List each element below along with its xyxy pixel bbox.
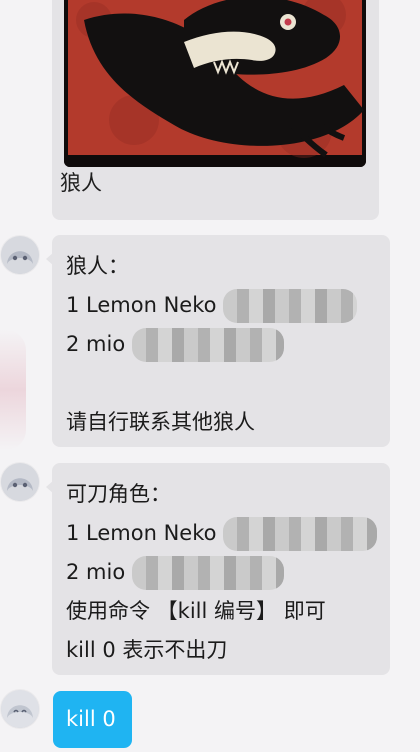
avatar[interactable] bbox=[1, 236, 39, 274]
empty-line bbox=[66, 364, 376, 403]
avatar[interactable] bbox=[1, 463, 39, 501]
background-decoration bbox=[0, 330, 26, 450]
anime-girl-avatar-icon bbox=[1, 236, 39, 274]
my-message-bubble[interactable]: kill 0 bbox=[53, 691, 132, 748]
werewolf-illustration bbox=[64, 0, 366, 167]
wolf-line-1: 1 Lemon Neko bbox=[66, 286, 376, 325]
wolf-2-text: 2 mio bbox=[66, 332, 126, 356]
message-title: 可刀角色： bbox=[66, 482, 171, 506]
wolf-1-text: 1 Lemon Neko bbox=[66, 293, 217, 317]
anime-girl-avatar-icon bbox=[1, 690, 39, 728]
anime-girl-avatar-icon bbox=[1, 463, 39, 501]
my-avatar[interactable] bbox=[1, 690, 39, 728]
wolf-line-2: 2 mio bbox=[66, 325, 376, 364]
image-caption: 狼人 bbox=[60, 171, 102, 195]
werewolf-card-image[interactable] bbox=[64, 0, 366, 167]
command-instruction: 使用命令 【kill 编号】 即可 bbox=[66, 599, 326, 623]
my-message-text: kill 0 bbox=[66, 707, 116, 731]
wolves-message-bubble[interactable]: 狼人： 1 Lemon Neko 2 mio 请自行联系其他狼人 bbox=[52, 235, 390, 447]
redacted-text bbox=[223, 289, 358, 323]
target-line-2: 2 mio bbox=[66, 553, 376, 592]
target-line-1: 1 Lemon Neko bbox=[66, 514, 378, 553]
kill-zero-note: kill 0 表示不出刀 bbox=[66, 638, 228, 662]
redacted-text bbox=[131, 556, 284, 590]
wolves-note: 请自行联系其他狼人 bbox=[66, 410, 255, 434]
targets-message-bubble[interactable]: 可刀角色： 1 Lemon Neko 2 mio 使用命令 【kill 编号】 … bbox=[52, 463, 390, 675]
image-message-bubble[interactable]: 狼人 bbox=[52, 0, 379, 220]
target-2-text: 2 mio bbox=[66, 560, 126, 584]
target-1-text: 1 Lemon Neko bbox=[66, 521, 217, 545]
message-title: 狼人： bbox=[66, 254, 129, 278]
redacted-text bbox=[131, 328, 284, 362]
redacted-text bbox=[223, 517, 378, 551]
